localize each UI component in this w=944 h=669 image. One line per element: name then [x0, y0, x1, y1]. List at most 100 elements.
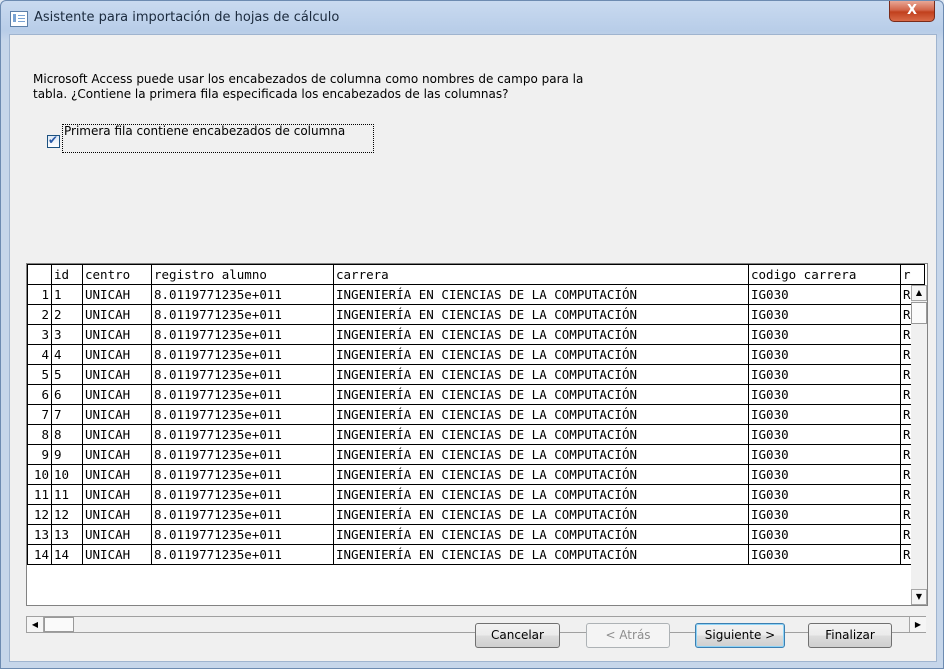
table-row[interactable]: 11 11 UNICAH 8.0119771235e+011 INGENIERÍA EN…	[27, 484, 925, 505]
horizontal-scroll-thumb[interactable]	[44, 617, 74, 632]
cell-registro-alumno: 8.0119771235e+011	[151, 524, 334, 545]
column-header-id[interactable]: id	[51, 264, 83, 285]
header-row-checkbox[interactable]: ✔	[47, 133, 60, 148]
column-header-r[interactable]: r	[900, 264, 925, 285]
next-button[interactable]: Siguiente >	[695, 623, 785, 648]
cell-codigo-carrera: IG030	[748, 344, 901, 365]
cell-carrera: INGENIERÍA EN CIENCIAS DE LA COMPUTACIÓN	[333, 524, 749, 545]
cell-centro: UNICAH	[82, 464, 152, 485]
cell-registro-alumno: 8.0119771235e+011	[151, 464, 334, 485]
cell-id: 5	[51, 364, 83, 385]
cell-centro: UNICAH	[82, 344, 152, 365]
cell-id: 4	[51, 344, 83, 365]
cell-id: 13	[51, 524, 83, 545]
cell-registro-alumno: 8.0119771235e+011	[151, 544, 334, 565]
column-header-registro-alumno[interactable]: registro alumno	[151, 264, 334, 285]
cell-carrera: INGENIERÍA EN CIENCIAS DE LA COMPUTACIÓN	[333, 444, 749, 465]
instructions-text: Microsoft Access puede usar los encabeza…	[33, 72, 653, 102]
instructions-line-1: Microsoft Access puede usar los encabeza…	[33, 72, 584, 86]
vertical-scroll-thumb[interactable]	[911, 302, 927, 324]
arrow-right-icon[interactable]: ▶	[909, 617, 926, 632]
cell-id: 14	[51, 544, 83, 565]
column-header-centro[interactable]: centro	[82, 264, 152, 285]
table-row[interactable]: 7 7 UNICAH 8.0119771235e+011 INGENIERÍA EN C…	[27, 404, 925, 425]
cell-carrera: INGENIERÍA EN CIENCIAS DE LA COMPUTACIÓN	[333, 404, 749, 425]
cell-id: 9	[51, 444, 83, 465]
back-button[interactable]: < Atrás	[586, 623, 670, 648]
cell-centro: UNICAH	[82, 424, 152, 445]
row-number: 5	[27, 364, 52, 385]
cancel-button[interactable]: Cancelar	[475, 623, 560, 648]
table-row[interactable]: 8 8 UNICAH 8.0119771235e+011 INGENIERÍA EN C…	[27, 424, 925, 445]
table-row[interactable]: 5 5 UNICAH 8.0119771235e+011 INGENIERÍA EN C…	[27, 364, 925, 385]
table-row[interactable]: 10 10 UNICAH 8.0119771235e+011 INGENIERÍA EN…	[27, 464, 925, 485]
cell-codigo-carrera: IG030	[748, 424, 901, 445]
cell-centro: UNICAH	[82, 444, 152, 465]
cell-registro-alumno: 8.0119771235e+011	[151, 484, 334, 505]
cell-carrera: INGENIERÍA EN CIENCIAS DE LA COMPUTACIÓN	[333, 424, 749, 445]
cell-codigo-carrera: IG030	[748, 524, 901, 545]
cell-codigo-carrera: IG030	[748, 484, 901, 505]
cell-id: 1	[51, 284, 83, 305]
cell-centro: UNICAH	[82, 504, 152, 525]
row-number: 4	[27, 344, 52, 365]
cell-centro: UNICAH	[82, 384, 152, 405]
cell-registro-alumno: 8.0119771235e+011	[151, 324, 334, 345]
preview-grid[interactable]: id centro registro alumno carrera codigo…	[26, 263, 928, 606]
close-button[interactable]: X	[889, 1, 935, 22]
row-number: 2	[27, 304, 52, 325]
row-number: 8	[27, 424, 52, 445]
header-row-checkbox-label[interactable]: Primera fila contiene encabezados de col…	[62, 124, 374, 153]
cell-carrera: INGENIERÍA EN CIENCIAS DE LA COMPUTACIÓN	[333, 484, 749, 505]
row-number: 9	[27, 444, 52, 465]
table-row[interactable]: 12 12 UNICAH 8.0119771235e+011 INGENIERÍA EN…	[27, 504, 925, 525]
column-header-carrera[interactable]: carrera	[333, 264, 749, 285]
dialog-body: Microsoft Access puede usar los encabeza…	[9, 34, 937, 662]
cell-codigo-carrera: IG030	[748, 284, 901, 305]
cell-registro-alumno: 8.0119771235e+011	[151, 444, 334, 465]
row-number: 1	[27, 284, 52, 305]
cell-id: 11	[51, 484, 83, 505]
row-number: 3	[27, 324, 52, 345]
table-row[interactable]: 4 4 UNICAH 8.0119771235e+011 INGENIERÍA EN C…	[27, 344, 925, 365]
table-row[interactable]: 2 2 UNICAH 8.0119771235e+011 INGENIERÍA EN C…	[27, 304, 925, 325]
cell-registro-alumno: 8.0119771235e+011	[151, 504, 334, 525]
cell-centro: UNICAH	[82, 524, 152, 545]
cell-codigo-carrera: IG030	[748, 364, 901, 385]
table-row[interactable]: 6 6 UNICAH 8.0119771235e+011 INGENIERÍA EN C…	[27, 384, 925, 405]
table-row[interactable]: 14 14 UNICAH 8.0119771235e+011 INGENIERÍA EN…	[27, 544, 925, 565]
cell-codigo-carrera: IG030	[748, 504, 901, 525]
cell-id: 10	[51, 464, 83, 485]
row-number: 13	[27, 524, 52, 545]
cell-carrera: INGENIERÍA EN CIENCIAS DE LA COMPUTACIÓN	[333, 324, 749, 345]
arrow-left-icon[interactable]: ◀	[27, 617, 44, 632]
row-number: 11	[27, 484, 52, 505]
row-number: 14	[27, 544, 52, 565]
table-row[interactable]: 13 13 UNICAH 8.0119771235e+011 INGENIERÍA EN…	[27, 524, 925, 545]
arrow-up-icon[interactable]: ▲	[911, 285, 927, 301]
table-row[interactable]: 3 3 UNICAH 8.0119771235e+011 INGENIERÍA EN C…	[27, 324, 925, 345]
datasheet-icon	[10, 11, 28, 27]
cell-carrera: INGENIERÍA EN CIENCIAS DE LA COMPUTACIÓN	[333, 344, 749, 365]
cell-codigo-carrera: IG030	[748, 544, 901, 565]
cell-id: 8	[51, 424, 83, 445]
cell-carrera: INGENIERÍA EN CIENCIAS DE LA COMPUTACIÓN	[333, 504, 749, 525]
window-title: Asistente para importación de hojas de c…	[34, 10, 340, 25]
cell-centro: UNICAH	[82, 304, 152, 325]
cell-id: 6	[51, 384, 83, 405]
arrow-down-icon[interactable]: ▼	[911, 589, 927, 605]
row-number: 7	[27, 404, 52, 425]
cell-codigo-carrera: IG030	[748, 404, 901, 425]
checkmark-icon: ✔	[48, 133, 59, 147]
cell-registro-alumno: 8.0119771235e+011	[151, 304, 334, 325]
cell-registro-alumno: 8.0119771235e+011	[151, 344, 334, 365]
table-row[interactable]: 1 1 UNICAH 8.0119771235e+011 INGENIERÍA EN C…	[27, 284, 925, 305]
finish-button[interactable]: Finalizar	[808, 623, 892, 648]
corner-cell	[27, 264, 52, 285]
vertical-scrollbar[interactable]: ▲ ▼	[911, 285, 927, 605]
column-header-codigo-carrera[interactable]: codigo carrera	[748, 264, 901, 285]
table-row[interactable]: 9 9 UNICAH 8.0119771235e+011 INGENIERÍA EN C…	[27, 444, 925, 465]
title-bar[interactable]: Asistente para importación de hojas de c…	[1, 1, 943, 35]
cell-registro-alumno: 8.0119771235e+011	[151, 404, 334, 425]
cell-codigo-carrera: IG030	[748, 444, 901, 465]
